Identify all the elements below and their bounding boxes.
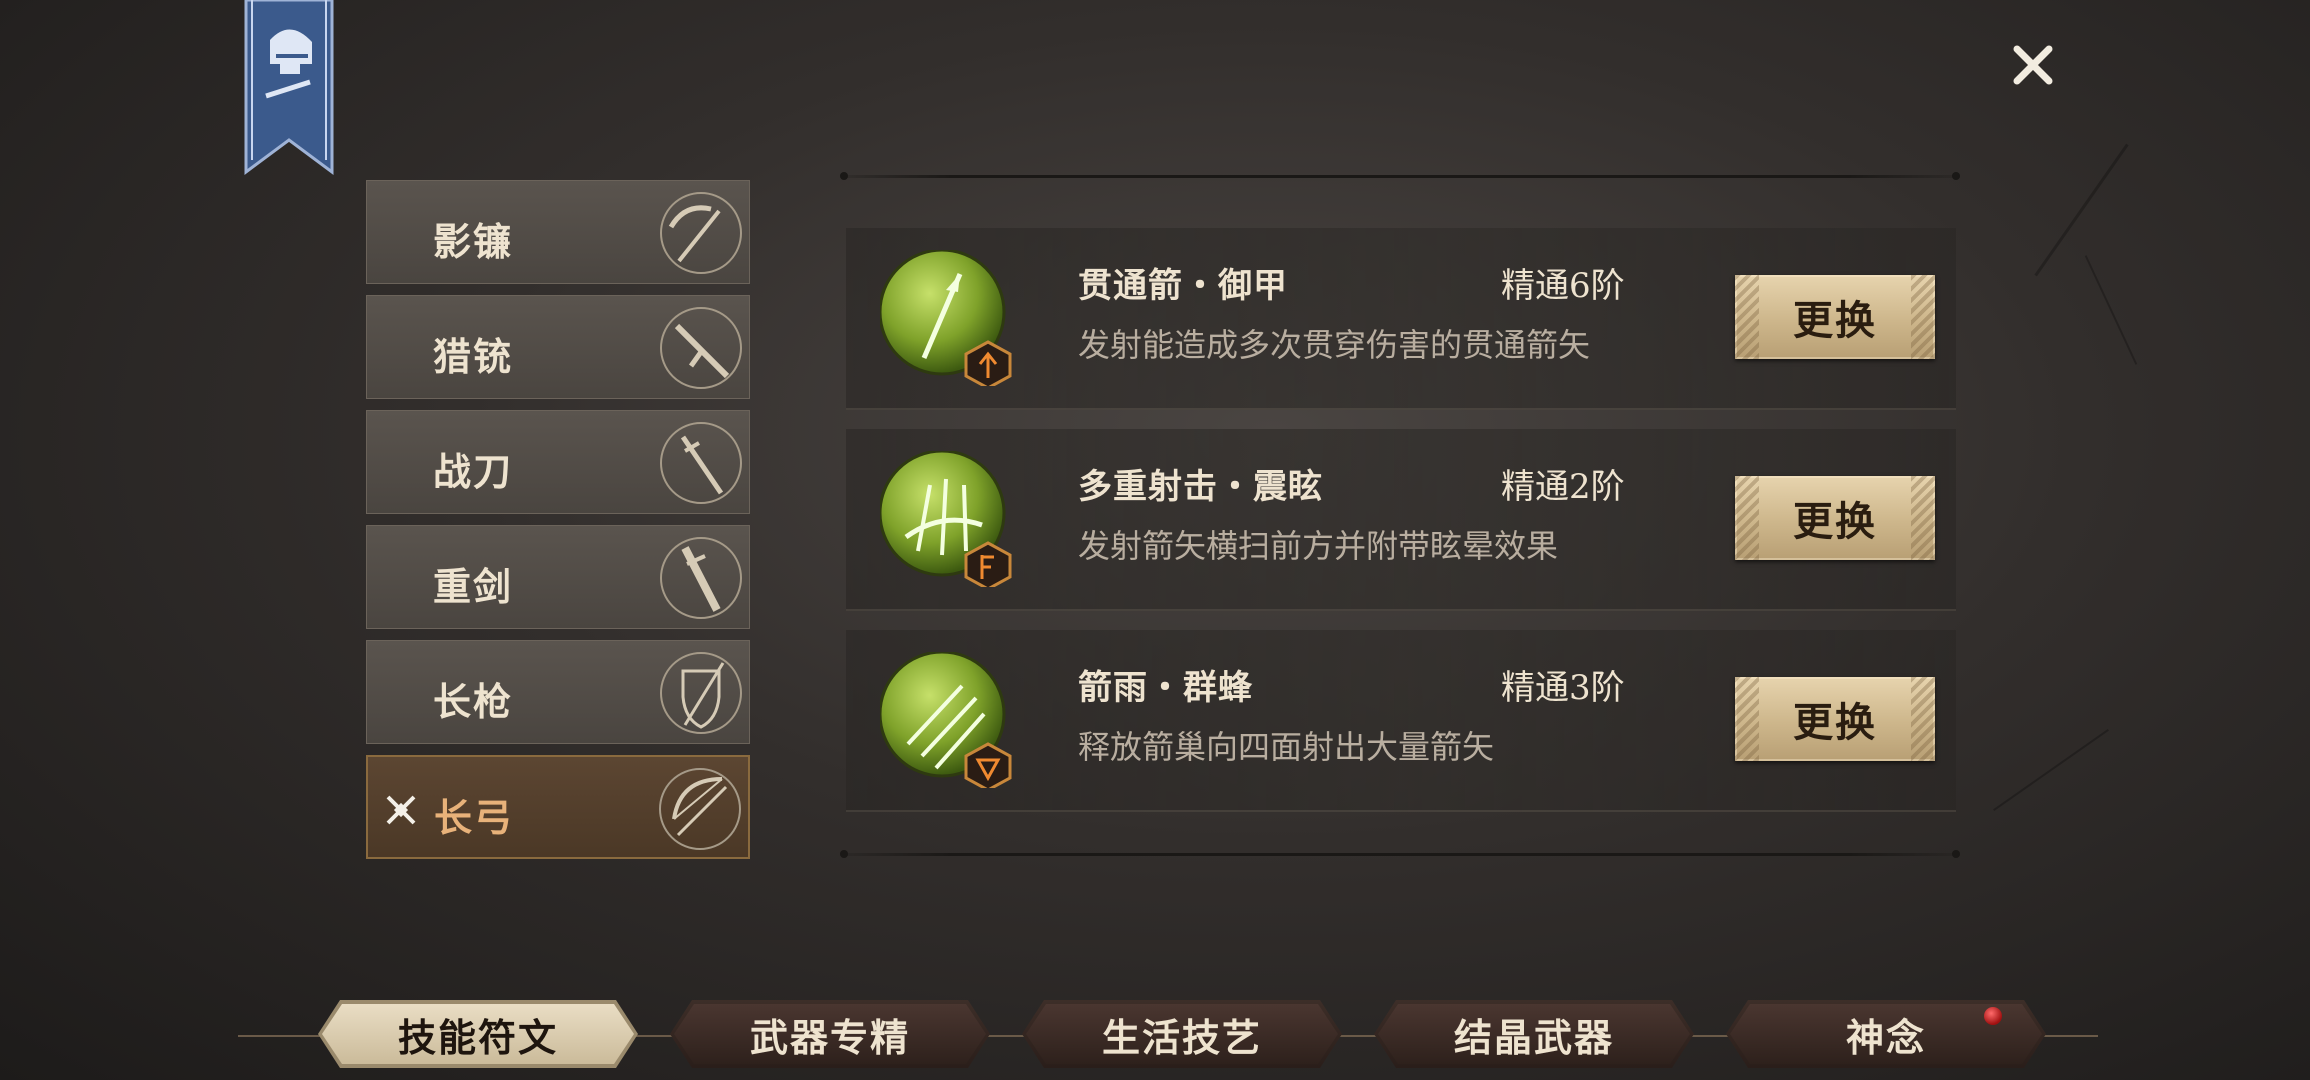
skill-rank: 精通2阶 xyxy=(1501,467,1625,507)
weapon-label: 战刀 xyxy=(433,449,514,494)
musket-icon xyxy=(660,307,742,389)
weapon-list: 影镰 猎铳 战刀 重剑 长枪 长弓 xyxy=(366,180,750,870)
close-icon xyxy=(2013,45,2053,85)
skill-description: 释放箭巢向四面射出大量箭矢 xyxy=(1078,728,1495,766)
skill-row: 贯通箭・御甲 精通6阶 发射能造成多次贯穿伤害的贯通箭矢 更换 xyxy=(846,228,1956,410)
tab-label: 生活技艺 xyxy=(1101,1014,1262,1060)
skill-panel: 贯通箭・御甲 精通6阶 发射能造成多次贯穿伤害的贯通箭矢 更换 多重射击・震眩 … xyxy=(840,172,1960,858)
tab-life-skills[interactable]: 生活技艺 xyxy=(1022,1000,1342,1068)
tab-skill-runes[interactable]: 技能符文 xyxy=(318,1000,638,1068)
skill-rank: 精通3阶 xyxy=(1501,668,1625,708)
crossed-swords-icon xyxy=(386,795,416,825)
skill-description: 发射箭矢横扫前方并附带眩晕效果 xyxy=(1078,527,1559,565)
multi-arrow-icon xyxy=(880,451,1012,587)
weapon-tab-sword[interactable]: 战刀 xyxy=(366,410,750,514)
weapon-tab-spear[interactable]: 长枪 xyxy=(366,640,750,744)
skill-row: 箭雨・群蜂 精通3阶 释放箭巢向四面射出大量箭矢 更换 xyxy=(846,630,1956,812)
tab-label: 结晶武器 xyxy=(1453,1014,1614,1060)
panel-top-divider xyxy=(840,172,1960,180)
tab-label: 武器专精 xyxy=(749,1014,910,1060)
skill-name: 多重射击・震眩 xyxy=(1078,467,1323,507)
sword-icon xyxy=(660,422,742,504)
skill-rank: 精通6阶 xyxy=(1501,266,1625,306)
guild-banner xyxy=(240,0,338,178)
skill-description: 发射能造成多次贯穿伤害的贯通箭矢 xyxy=(1078,326,1591,364)
replace-button[interactable]: 更换 xyxy=(1735,275,1935,359)
spear-shield-icon xyxy=(660,652,742,734)
weapon-tab-bow[interactable]: 长弓 xyxy=(366,755,750,859)
piercing-arrow-icon xyxy=(880,250,1012,386)
tab-weapon-mastery[interactable]: 武器专精 xyxy=(670,1000,990,1068)
weapon-label: 长弓 xyxy=(434,795,515,840)
weapon-tab-scythe[interactable]: 影镰 xyxy=(366,180,750,284)
tab-label: 神念 xyxy=(1845,1014,1926,1060)
skill-row: 多重射击・震眩 精通2阶 发射箭矢横扫前方并附带眩晕效果 更换 xyxy=(846,429,1956,611)
weapon-label: 长枪 xyxy=(433,679,514,724)
weapon-tab-musket[interactable]: 猎铳 xyxy=(366,295,750,399)
bow-icon xyxy=(659,768,741,850)
tab-crystal-weapons[interactable]: 结晶武器 xyxy=(1374,1000,1694,1068)
close-button[interactable] xyxy=(2008,40,2058,90)
tab-label: 技能符文 xyxy=(397,1014,558,1060)
panel-bottom-divider xyxy=(840,850,1960,858)
weapon-label: 影镰 xyxy=(433,219,514,264)
weapon-label: 重剑 xyxy=(433,564,514,609)
replace-button[interactable]: 更换 xyxy=(1735,677,1935,761)
skill-name: 箭雨・群蜂 xyxy=(1078,668,1253,708)
replace-button[interactable]: 更换 xyxy=(1735,476,1935,560)
bottom-nav: 技能符文 武器专精 生活技艺 结晶武器 神念 xyxy=(238,995,2098,1075)
scythe-icon xyxy=(660,192,742,274)
greatsword-icon xyxy=(660,537,742,619)
arrow-rain-icon xyxy=(880,652,1012,788)
weapon-tab-greatsword[interactable]: 重剑 xyxy=(366,525,750,629)
weapon-label: 猎铳 xyxy=(433,334,514,379)
notification-badge xyxy=(1984,1007,2002,1025)
skill-name: 贯通箭・御甲 xyxy=(1078,266,1288,306)
